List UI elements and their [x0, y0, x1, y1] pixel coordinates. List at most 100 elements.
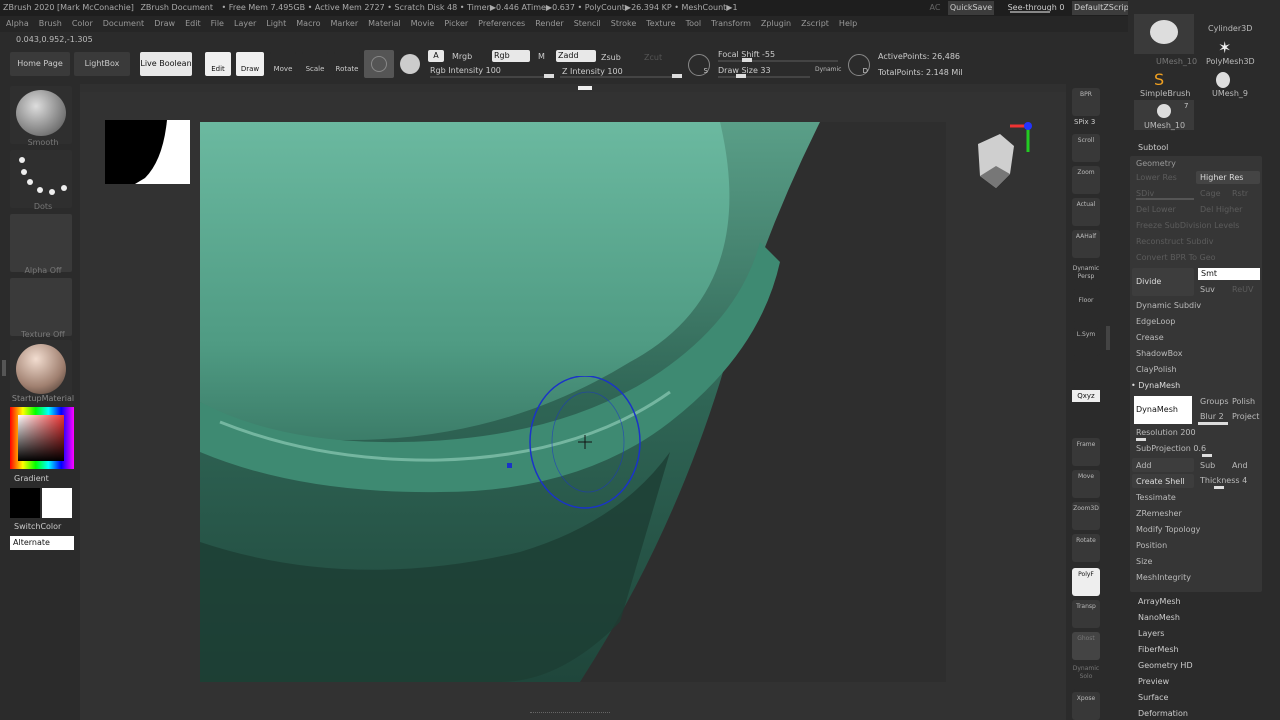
menu-zscript[interactable]: Zscript — [801, 19, 829, 28]
cage-button[interactable]: Cage — [1200, 189, 1221, 198]
z-intensity-slider[interactable]: Z Intensity 100 — [562, 67, 623, 76]
nanomesh-header[interactable]: NanoMesh — [1138, 613, 1180, 622]
viewport-canvas[interactable] — [80, 92, 1066, 720]
reconstruct-subdiv-button[interactable]: Reconstruct Subdiv — [1136, 237, 1214, 246]
scroll-button[interactable]: Scroll — [1072, 134, 1100, 162]
m-button[interactable]: M — [538, 52, 545, 61]
menu-light[interactable]: Light — [266, 19, 286, 28]
crease-header[interactable]: Crease — [1136, 333, 1164, 342]
lsym-button[interactable]: L.Sym — [1072, 328, 1100, 356]
resolution-slider[interactable]: Resolution 200 — [1136, 428, 1196, 437]
quicksave-button[interactable]: QuickSave — [948, 1, 994, 15]
del-higher-button[interactable]: Del Higher — [1200, 205, 1242, 214]
simplebrush-label[interactable]: SimpleBrush — [1140, 89, 1190, 98]
subprojection-handle[interactable] — [1202, 454, 1212, 457]
default-zscript-button[interactable]: DefaultZScript — [1072, 1, 1134, 15]
groups-toggle[interactable]: Groups — [1200, 397, 1229, 406]
umesh10-thumb[interactable] — [1134, 14, 1194, 54]
right-collapse-handle[interactable] — [1106, 326, 1110, 350]
rgb-intensity-handle[interactable] — [544, 74, 554, 78]
rgb-intensity-slider[interactable]: Rgb Intensity 100 — [430, 66, 501, 75]
menu-render[interactable]: Render — [535, 19, 563, 28]
dynamic-toggle[interactable]: Dynamic — [815, 66, 841, 73]
a-button[interactable]: A — [428, 50, 444, 62]
position-header[interactable]: Position — [1136, 541, 1167, 550]
reuv-button[interactable]: ReUV — [1232, 285, 1253, 294]
tessimate-header[interactable]: Tessimate — [1136, 493, 1176, 502]
rotate-view-button[interactable]: Rotate — [1072, 534, 1100, 562]
dynamesh-button[interactable]: DynaMesh — [1134, 396, 1192, 424]
alternate-button[interactable]: Alternate — [10, 536, 74, 550]
color-picker[interactable] — [10, 407, 74, 469]
thickness-handle[interactable] — [1214, 486, 1224, 489]
s-focal-icon[interactable]: S — [688, 54, 710, 76]
del-lower-button[interactable]: Del Lower — [1136, 205, 1176, 214]
resolution-handle[interactable] — [1136, 438, 1146, 441]
fibermesh-header[interactable]: FiberMesh — [1138, 645, 1179, 654]
geometry-hd-header[interactable]: Geometry HD — [1138, 661, 1193, 670]
rotate-button[interactable]: Rotate — [334, 52, 360, 76]
menu-help[interactable]: Help — [839, 19, 857, 28]
thickness-slider[interactable]: Thickness 4 — [1200, 476, 1247, 485]
switch-color-button[interactable]: SwitchColor — [14, 522, 84, 531]
size-header[interactable]: Size — [1136, 557, 1152, 566]
menu-preferences[interactable]: Preferences — [478, 19, 525, 28]
polyf-button[interactable]: PolyF — [1072, 568, 1100, 596]
create-shell-button[interactable]: Create Shell — [1136, 477, 1185, 486]
z-intensity-handle[interactable] — [672, 74, 682, 78]
dynamic-subdiv-header[interactable]: Dynamic Subdiv — [1136, 301, 1201, 310]
material-thumb[interactable] — [10, 340, 72, 398]
modify-topology-header[interactable]: Modify Topology — [1136, 525, 1200, 534]
convert-bpr-button[interactable]: Convert BPR To Geo — [1136, 253, 1216, 262]
arraymesh-header[interactable]: ArrayMesh — [1138, 597, 1181, 606]
home-page-button[interactable]: Home Page — [10, 52, 70, 76]
alpha-thumb[interactable] — [10, 214, 72, 272]
cylinder-label[interactable]: Cylinder3D — [1208, 24, 1252, 33]
geometry-header[interactable]: Geometry — [1136, 159, 1176, 168]
move-view-button[interactable]: Move — [1072, 470, 1100, 498]
move-button[interactable]: Move — [270, 52, 296, 76]
edit-button[interactable]: Edit — [205, 52, 231, 76]
freeze-subdiv-button[interactable]: Freeze SubDivision Levels — [1136, 221, 1239, 230]
zoom-button[interactable]: Zoom — [1072, 166, 1100, 194]
menu-stencil[interactable]: Stencil — [574, 19, 601, 28]
draw-button[interactable]: Draw — [236, 52, 264, 76]
rstr-button[interactable]: Rstr — [1232, 189, 1248, 198]
material-sphere-icon[interactable] — [400, 54, 420, 74]
draw-size-handle[interactable] — [736, 74, 746, 78]
menu-draw[interactable]: Draw — [154, 19, 175, 28]
menu-alpha[interactable]: Alpha — [6, 19, 29, 28]
and-button[interactable]: And — [1232, 461, 1248, 470]
dynamesh-header[interactable]: • DynaMesh — [1131, 381, 1180, 390]
actual-button[interactable]: Actual — [1072, 198, 1100, 226]
smooth-brush-thumb[interactable] — [10, 86, 72, 144]
project-toggle[interactable]: Project — [1232, 412, 1259, 421]
suv-toggle[interactable]: Suv — [1200, 285, 1215, 294]
layers-header[interactable]: Layers — [1138, 629, 1164, 638]
menu-macro[interactable]: Macro — [296, 19, 320, 28]
menu-brush[interactable]: Brush — [39, 19, 62, 28]
blur-slider[interactable]: Blur 2 — [1200, 412, 1224, 421]
zcut-button[interactable]: Zcut — [644, 53, 662, 62]
subtool-header[interactable]: Subtool — [1138, 143, 1168, 152]
claypolish-header[interactable]: ClayPolish — [1136, 365, 1177, 374]
top-scroll-handle[interactable] — [578, 86, 592, 90]
menu-edit[interactable]: Edit — [185, 19, 201, 28]
brush-preview-icon[interactable] — [364, 50, 394, 78]
add-button[interactable]: Add — [1136, 461, 1152, 470]
menu-marker[interactable]: Marker — [330, 19, 358, 28]
menu-material[interactable]: Material — [368, 19, 401, 28]
menu-tool[interactable]: Tool — [686, 19, 702, 28]
bottom-collapse-handle[interactable] — [530, 712, 610, 718]
menu-color[interactable]: Color — [72, 19, 93, 28]
ghost-button[interactable]: Ghost — [1072, 632, 1100, 660]
menu-picker[interactable]: Picker — [444, 19, 468, 28]
top-scroll-bar[interactable] — [80, 84, 1066, 92]
sdiv-slider[interactable]: SDiv — [1136, 189, 1154, 198]
floor-button[interactable]: Floor — [1072, 294, 1100, 322]
umesh9-label[interactable]: UMesh_9 — [1212, 89, 1248, 98]
mrgb-button[interactable]: Mrgb — [452, 52, 472, 61]
lock-icon[interactable] — [1072, 360, 1100, 388]
menu-file[interactable]: File — [211, 19, 224, 28]
left-collapse-handle[interactable] — [2, 360, 6, 376]
